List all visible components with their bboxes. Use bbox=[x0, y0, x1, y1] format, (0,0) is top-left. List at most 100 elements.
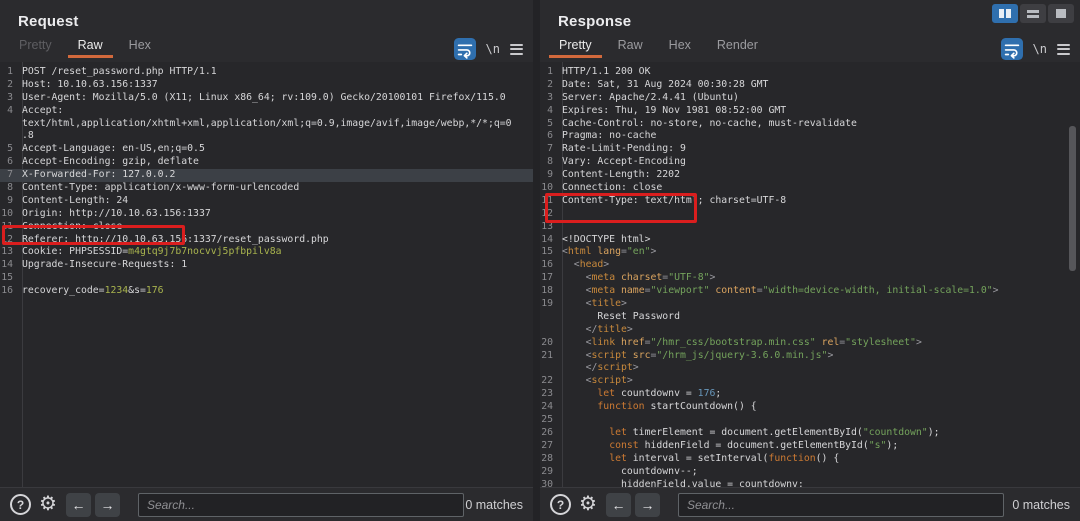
line-number: 11 bbox=[0, 221, 18, 234]
line-number: 8 bbox=[540, 156, 558, 169]
menu-icon[interactable] bbox=[510, 44, 523, 55]
search-next-button[interactable]: → bbox=[635, 493, 660, 517]
line-number: 24 bbox=[540, 401, 558, 414]
menu-icon[interactable] bbox=[1057, 44, 1070, 55]
line-number: 5 bbox=[540, 118, 558, 131]
line-number bbox=[0, 118, 18, 131]
line-number: 20 bbox=[540, 337, 558, 350]
newline-toggle-icon[interactable]: \n bbox=[1033, 42, 1047, 56]
help-icon[interactable]: ? bbox=[550, 494, 571, 515]
response-panel: Response PrettyRawHexRender bbox=[540, 0, 1080, 521]
line-number: 30 bbox=[540, 479, 558, 488]
code-line: 11Content-Type: text/html; charset=UTF-8 bbox=[540, 195, 1080, 208]
line-number: 16 bbox=[540, 259, 558, 272]
code-line: </title> bbox=[540, 324, 1080, 337]
code-line: 24 function startCountdown() { bbox=[540, 401, 1080, 414]
line-number: 7 bbox=[540, 143, 558, 156]
line-number bbox=[540, 311, 558, 324]
code-line: 21 <script src="/hrm_js/jquery-3.6.0.min… bbox=[540, 350, 1080, 363]
line-number: 15 bbox=[0, 272, 18, 285]
help-icon[interactable]: ? bbox=[10, 494, 31, 515]
request-tabbar: PrettyRawHex \n bbox=[0, 34, 533, 60]
code-line: 6Accept-Encoding: gzip, deflate bbox=[0, 156, 533, 169]
response-panel-title: Response bbox=[558, 13, 631, 30]
line-number: 6 bbox=[540, 130, 558, 143]
request-search-input[interactable] bbox=[138, 493, 464, 517]
code-line: 9Content-Length: 24 bbox=[0, 195, 533, 208]
code-line: 23 let countdownv = 176; bbox=[540, 388, 1080, 401]
code-line: 15 bbox=[0, 272, 533, 285]
request-tab-pretty: Pretty bbox=[9, 34, 62, 58]
response-match-count: 0 matches bbox=[1012, 498, 1070, 512]
line-number: 7 bbox=[0, 169, 18, 182]
code-line: 13 bbox=[540, 221, 1080, 234]
line-number: 9 bbox=[540, 169, 558, 182]
code-line: 9Content-Length: 2202 bbox=[540, 169, 1080, 182]
line-number: 10 bbox=[540, 182, 558, 195]
request-match-count: 0 matches bbox=[465, 498, 523, 512]
line-number: 26 bbox=[540, 427, 558, 440]
code-line: 1HTTP/1.1 200 OK bbox=[540, 66, 1080, 79]
code-line: 10Connection: close bbox=[540, 182, 1080, 195]
line-number: 2 bbox=[540, 79, 558, 92]
code-line: 10Origin: http://10.10.63.156:1337 bbox=[0, 208, 533, 221]
line-number: 29 bbox=[540, 466, 558, 479]
word-wrap-icon[interactable] bbox=[1001, 38, 1023, 60]
split-columns-view-button[interactable] bbox=[992, 4, 1018, 23]
line-number: 25 bbox=[540, 414, 558, 427]
request-tab-hex[interactable]: Hex bbox=[119, 34, 161, 58]
line-number: 16 bbox=[0, 285, 18, 298]
response-tabbar: PrettyRawHexRender \n bbox=[540, 34, 1080, 60]
response-tab-raw[interactable]: Raw bbox=[608, 34, 653, 58]
request-tab-raw[interactable]: Raw bbox=[68, 34, 113, 58]
code-line: 8Vary: Accept-Encoding bbox=[540, 156, 1080, 169]
message-editor-window: Request PrettyRawHex \n 1POST /reset_pas… bbox=[0, 0, 1080, 521]
word-wrap-icon[interactable] bbox=[454, 38, 476, 60]
code-line: 8Content-Type: application/x-www-form-ur… bbox=[0, 182, 533, 195]
request-searchbar: ? ⚙ ← → 0 matches bbox=[0, 487, 533, 521]
line-number bbox=[540, 362, 558, 375]
request-tabs: PrettyRawHex bbox=[6, 36, 164, 53]
code-line: 5Cache-Control: no-store, no-cache, must… bbox=[540, 118, 1080, 131]
code-line: 4Expires: Thu, 19 Nov 1981 08:52:00 GMT bbox=[540, 105, 1080, 118]
response-editor[interactable]: 1HTTP/1.1 200 OK2Date: Sat, 31 Aug 2024 … bbox=[540, 62, 1080, 487]
line-number: 4 bbox=[540, 105, 558, 118]
response-tab-pretty[interactable]: Pretty bbox=[549, 34, 602, 58]
code-line: 5Accept-Language: en-US,en;q=0.5 bbox=[0, 143, 533, 156]
line-number: 14 bbox=[0, 259, 18, 272]
gear-icon[interactable]: ⚙ bbox=[39, 494, 57, 515]
response-tab-hex[interactable]: Hex bbox=[659, 34, 701, 58]
line-number: 4 bbox=[0, 105, 18, 118]
line-number: 5 bbox=[0, 143, 18, 156]
code-line: 1POST /reset_password.php HTTP/1.1 bbox=[0, 66, 533, 79]
newline-toggle-icon[interactable]: \n bbox=[486, 42, 500, 56]
response-searchbar: ? ⚙ ← → 0 matches bbox=[540, 487, 1080, 521]
code-line: 16recovery_code=1234&s=176 bbox=[0, 285, 533, 298]
code-line: 19 <title> bbox=[540, 298, 1080, 311]
code-line: 4Accept: bbox=[0, 105, 533, 118]
vertical-scrollbar-thumb[interactable] bbox=[1069, 126, 1076, 271]
response-search-input[interactable] bbox=[678, 493, 1004, 517]
request-tab-icons: \n bbox=[454, 37, 523, 61]
gear-icon[interactable]: ⚙ bbox=[579, 494, 597, 515]
line-number: 9 bbox=[0, 195, 18, 208]
code-line: 2Date: Sat, 31 Aug 2024 00:30:28 GMT bbox=[540, 79, 1080, 92]
request-editor[interactable]: 1POST /reset_password.php HTTP/1.12Host:… bbox=[0, 62, 533, 487]
search-prev-button[interactable]: ← bbox=[66, 493, 91, 517]
code-line: 18 <meta name="viewport" content="width=… bbox=[540, 285, 1080, 298]
response-tabs: PrettyRawHexRender bbox=[546, 36, 771, 53]
line-number: 3 bbox=[540, 92, 558, 105]
code-line: 30 hiddenField.value = countdownv; bbox=[540, 479, 1080, 488]
line-number: 28 bbox=[540, 453, 558, 466]
search-prev-button[interactable]: ← bbox=[606, 493, 631, 517]
code-line: .8 bbox=[0, 130, 533, 143]
single-panel-view-button[interactable] bbox=[1048, 4, 1074, 23]
search-next-button[interactable]: → bbox=[95, 493, 120, 517]
split-rows-view-button[interactable] bbox=[1020, 4, 1046, 23]
code-line: 11Connection: close bbox=[0, 221, 533, 234]
code-line: 17 <meta charset="UTF-8"> bbox=[540, 272, 1080, 285]
code-line: 22 <script> bbox=[540, 375, 1080, 388]
line-number: 18 bbox=[540, 285, 558, 298]
response-tab-render[interactable]: Render bbox=[707, 34, 768, 58]
line-number: 10 bbox=[0, 208, 18, 221]
